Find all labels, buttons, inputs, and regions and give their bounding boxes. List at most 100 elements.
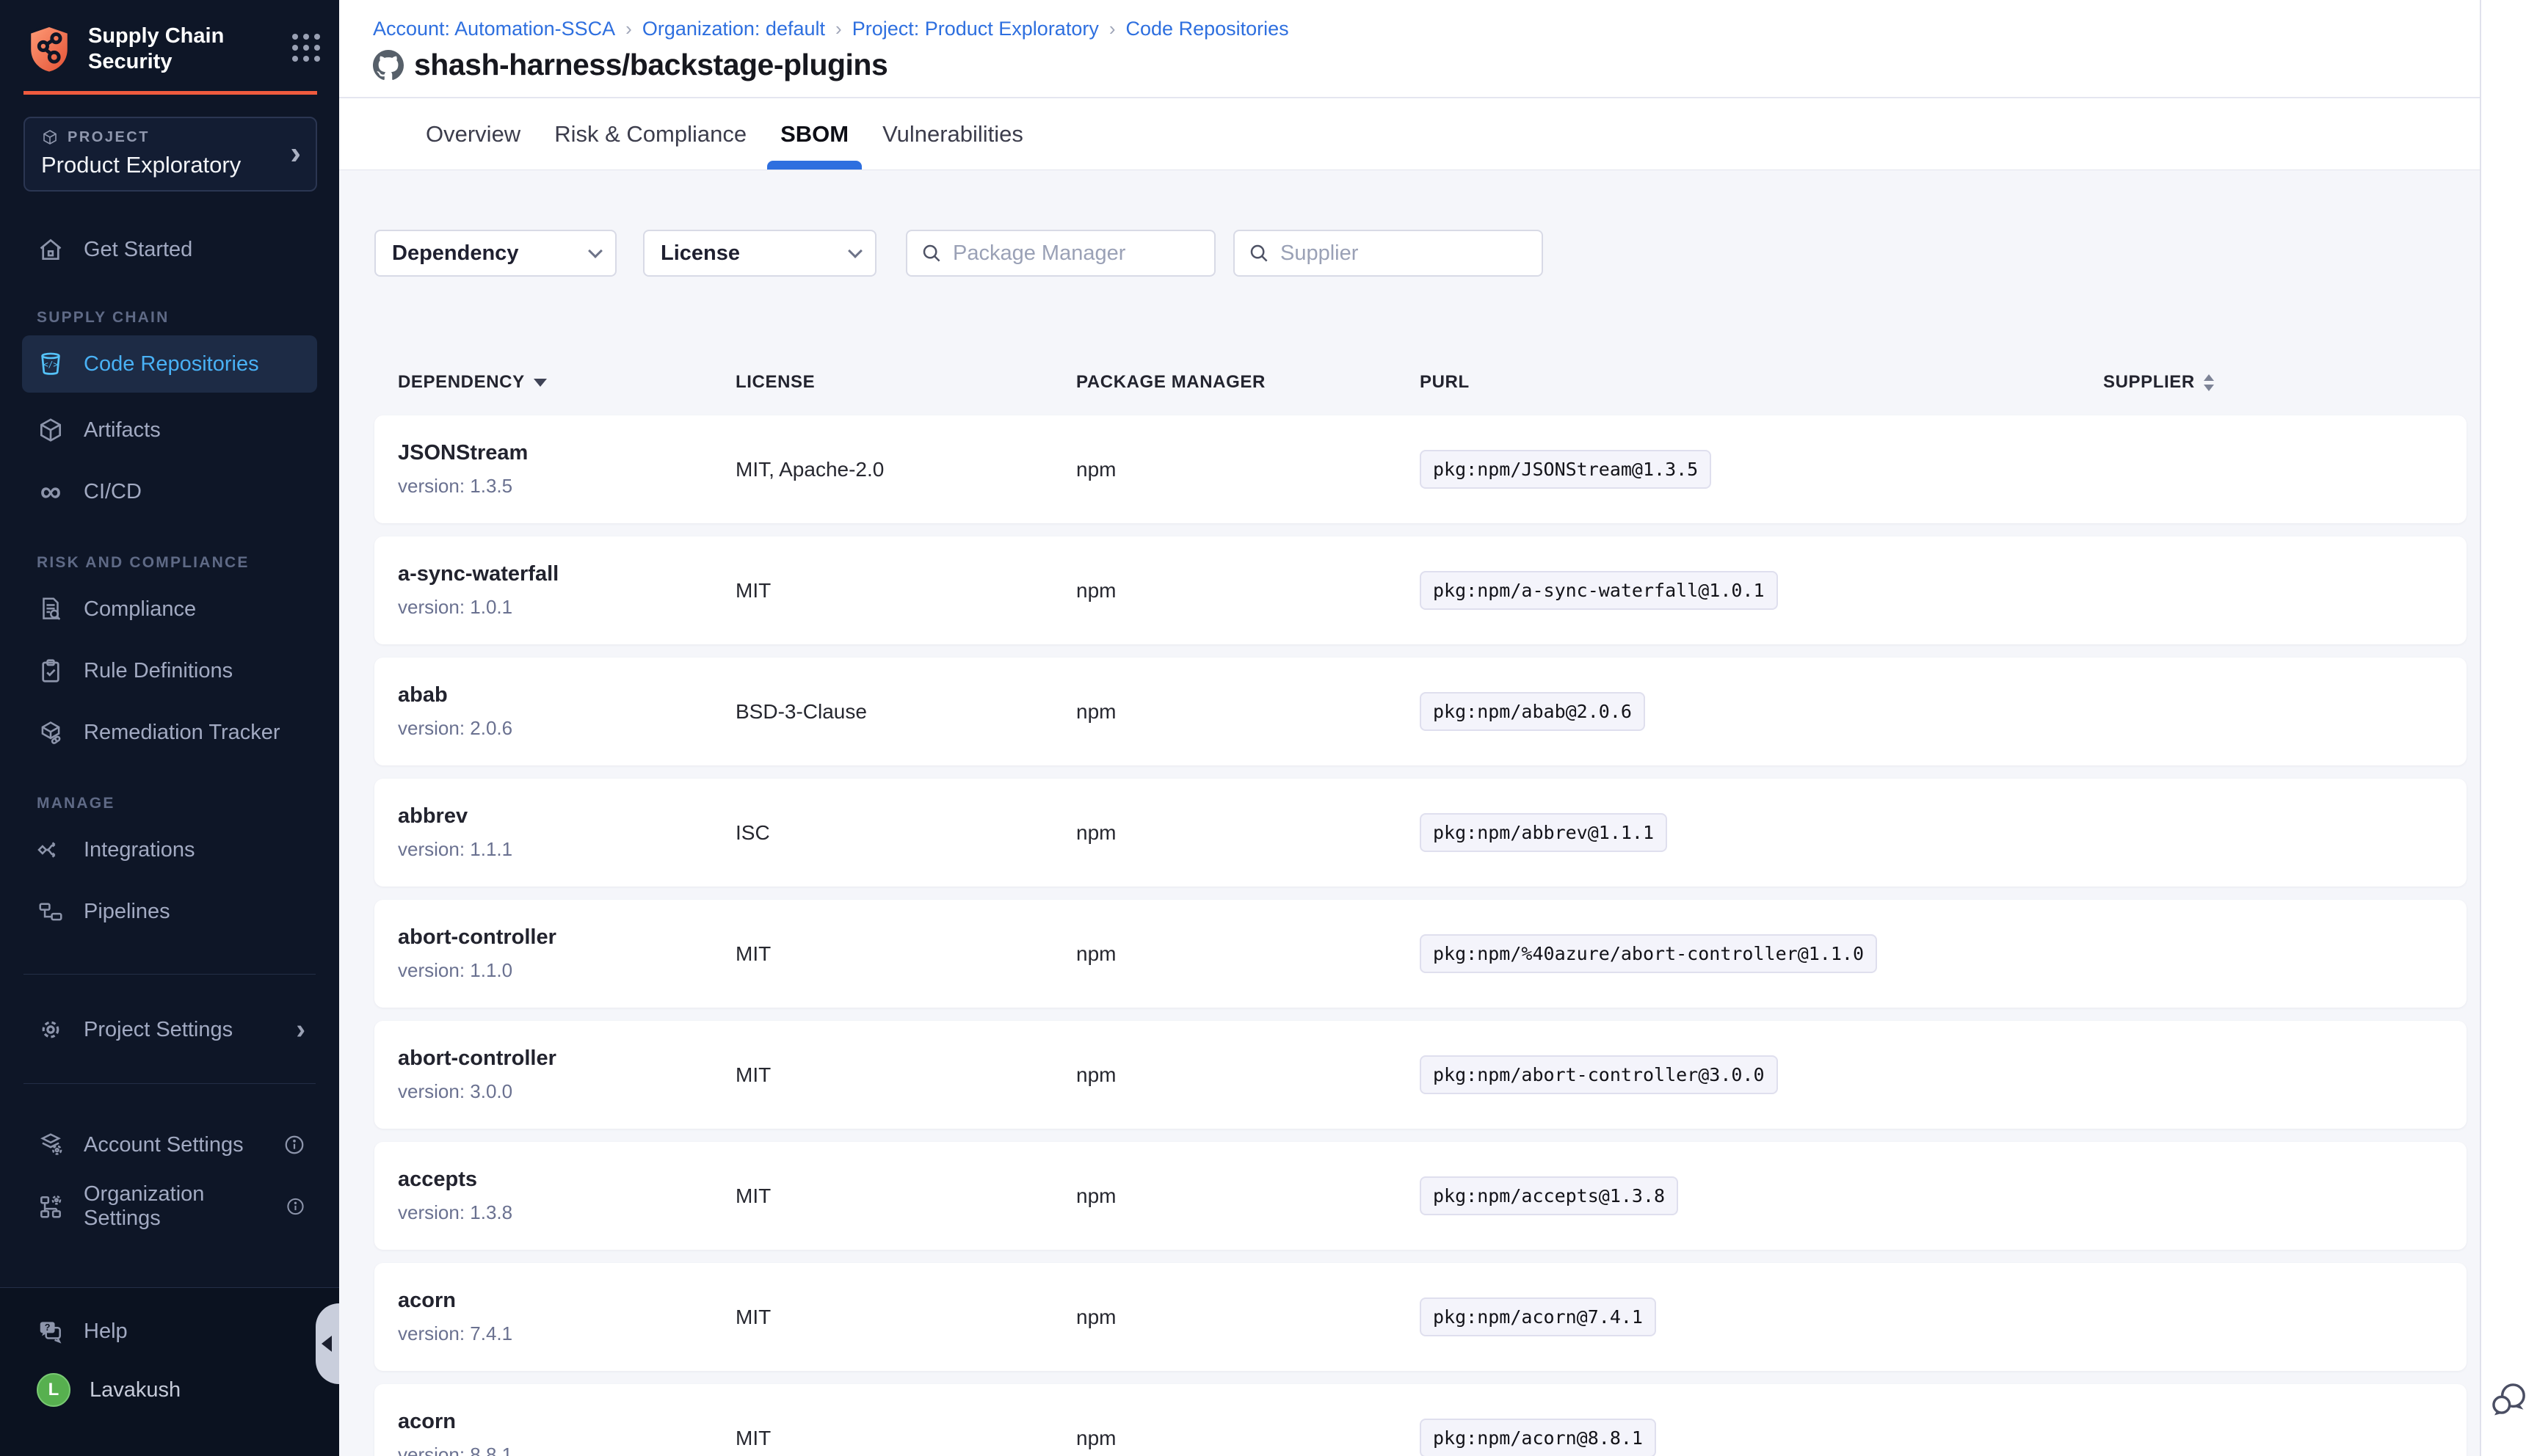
user-menu[interactable]: L Lavakush bbox=[0, 1361, 339, 1419]
sidebar-item-project-settings[interactable]: Project Settings › bbox=[0, 1001, 339, 1058]
sidebar-item-account-settings[interactable]: Account Settings bbox=[0, 1116, 339, 1173]
license-filter-dropdown[interactable]: License bbox=[643, 230, 876, 277]
purl-cell: pkg:npm/a-sync-waterfall@1.0.1 bbox=[1420, 571, 2103, 610]
artifact-box-icon bbox=[37, 416, 65, 444]
sidebar-item-pipelines[interactable]: Pipelines bbox=[0, 883, 339, 940]
sidebar-item-label: Code Repositories bbox=[84, 352, 259, 376]
sidebar-item-remediation-tracker[interactable]: Remediation Tracker bbox=[0, 704, 339, 761]
dependency-cell: a-sync-waterfall version: 1.0.1 bbox=[398, 562, 736, 619]
sidebar-item-label: Rule Definitions bbox=[84, 659, 233, 683]
dependency-name: JSONStream bbox=[398, 441, 736, 465]
clipboard-check-icon bbox=[37, 657, 65, 685]
supplier-search-input[interactable] bbox=[1280, 241, 1528, 266]
app-switcher-grid-icon[interactable] bbox=[292, 34, 320, 62]
tab-overview[interactable]: Overview bbox=[426, 98, 520, 170]
svg-text:?: ? bbox=[45, 1322, 51, 1333]
chevron-right-icon: › bbox=[290, 142, 301, 164]
integrations-icon bbox=[37, 836, 65, 864]
license-cell: MIT bbox=[736, 942, 1076, 966]
dependency-cell: abab version: 2.0.6 bbox=[398, 683, 736, 740]
purl-cell: pkg:npm/abort-controller@3.0.0 bbox=[1420, 1055, 2103, 1094]
dependency-version: version: 7.4.1 bbox=[398, 1322, 736, 1345]
dependency-list: JSONStream version: 1.3.5 MIT, Apache-2.… bbox=[374, 415, 2467, 1456]
dependency-cell: abort-controller version: 1.1.0 bbox=[398, 925, 736, 982]
project-selector[interactable]: PROJECT Product Exploratory › bbox=[23, 117, 317, 192]
purl-chip: pkg:npm/abort-controller@3.0.0 bbox=[1420, 1055, 1778, 1094]
dependency-name: abbrev bbox=[398, 804, 736, 829]
sidebar-item-label: Pipelines bbox=[84, 900, 170, 924]
dependency-version: version: 2.0.6 bbox=[398, 717, 736, 740]
sidebar-collapse-handle[interactable] bbox=[316, 1303, 339, 1384]
purl-chip: pkg:npm/acorn@7.4.1 bbox=[1420, 1297, 1656, 1336]
chevron-down-icon bbox=[848, 244, 863, 258]
dependency-cell: abbrev version: 1.1.1 bbox=[398, 804, 736, 861]
remediation-box-icon bbox=[37, 718, 65, 746]
package-manager-search-input[interactable] bbox=[953, 241, 1201, 266]
tab-sbom[interactable]: SBOM bbox=[780, 98, 849, 170]
info-icon[interactable] bbox=[286, 1195, 305, 1217]
column-header-purl: PURL bbox=[1420, 372, 2103, 393]
feedback-chat-icon[interactable] bbox=[2490, 1380, 2528, 1418]
breadcrumb-project[interactable]: Project: Product Exploratory bbox=[852, 18, 1099, 40]
breadcrumb-account[interactable]: Account: Automation-SSCA bbox=[373, 18, 615, 40]
sidebar-item-artifacts[interactable]: Artifacts bbox=[0, 401, 339, 459]
package-manager-cell: npm bbox=[1076, 579, 1420, 603]
breadcrumb-code-repositories[interactable]: Code Repositories bbox=[1126, 18, 1289, 40]
tab-vulnerabilities[interactable]: Vulnerabilities bbox=[882, 98, 1023, 170]
breadcrumb: Account: Automation-SSCA › Organization:… bbox=[373, 18, 2480, 40]
dependency-filter-dropdown[interactable]: Dependency bbox=[374, 230, 617, 277]
search-icon bbox=[921, 242, 943, 264]
sidebar-item-cicd[interactable]: ∞ CI/CD bbox=[0, 463, 339, 520]
sidebar-divider bbox=[23, 1083, 316, 1084]
license-cell: ISC bbox=[736, 821, 1076, 845]
tab-risk-and-compliance[interactable]: Risk & Compliance bbox=[554, 98, 747, 170]
package-manager-cell: npm bbox=[1076, 1063, 1420, 1087]
purl-chip: pkg:npm/JSONStream@1.3.5 bbox=[1420, 450, 1711, 489]
sidebar-item-organization-settings[interactable]: Organization Settings bbox=[0, 1178, 339, 1235]
purl-cell: pkg:npm/%40azure/abort-controller@1.1.0 bbox=[1420, 934, 2103, 973]
package-manager-cell: npm bbox=[1076, 1306, 1420, 1329]
project-label: PROJECT bbox=[68, 129, 150, 146]
dependency-version: version: 1.1.0 bbox=[398, 959, 736, 982]
sort-descending-icon bbox=[534, 379, 547, 387]
avatar: L bbox=[37, 1373, 70, 1407]
sidebar-item-compliance[interactable]: Compliance bbox=[0, 580, 339, 638]
license-cell: MIT, Apache-2.0 bbox=[736, 458, 1076, 481]
info-icon[interactable] bbox=[283, 1134, 305, 1156]
table-header: DEPENDENCY LICENSE PACKAGE MANAGER PURL … bbox=[374, 369, 2480, 396]
package-manager-cell: npm bbox=[1076, 821, 1420, 845]
collapse-arrow-icon bbox=[322, 1336, 332, 1352]
organization-tree-gear-icon bbox=[37, 1193, 65, 1220]
infinity-icon: ∞ bbox=[37, 478, 65, 506]
page-title: shash-harness/backstage-plugins bbox=[414, 48, 888, 82]
supply-chain-security-app: Supply Chain Security PROJECT Product Ex… bbox=[0, 0, 2537, 1456]
table-row: abbrev version: 1.1.1 ISC npm pkg:npm/ab… bbox=[374, 779, 2467, 887]
code-repository-icon: </> bbox=[37, 350, 65, 378]
sidebar-item-label: Remediation Tracker bbox=[84, 721, 280, 745]
dependency-name: accepts bbox=[398, 1168, 736, 1192]
project-box-icon bbox=[41, 128, 59, 146]
brand: Supply Chain Security bbox=[0, 0, 339, 75]
dependency-cell: JSONStream version: 1.3.5 bbox=[398, 441, 736, 498]
table-row: abab version: 2.0.6 BSD-3-Clause npm pkg… bbox=[374, 658, 2467, 765]
sidebar-item-help[interactable]: ? Help bbox=[0, 1303, 339, 1360]
breadcrumb-organization[interactable]: Organization: default bbox=[642, 18, 825, 40]
column-header-supplier[interactable]: SUPPLIER bbox=[2103, 372, 2480, 393]
sidebar-item-code-repositories[interactable]: </> Code Repositories bbox=[22, 335, 317, 393]
column-header-dependency[interactable]: DEPENDENCY bbox=[398, 372, 736, 393]
sidebar-item-label: Get Started bbox=[84, 238, 192, 262]
table-row: JSONStream version: 1.3.5 MIT, Apache-2.… bbox=[374, 415, 2467, 523]
help-chat-icon: ? bbox=[37, 1317, 65, 1345]
dependency-version: version: 3.0.0 bbox=[398, 1080, 736, 1103]
sidebar-item-integrations[interactable]: Integrations bbox=[0, 821, 339, 878]
dropdown-label: License bbox=[661, 241, 740, 266]
purl-cell: pkg:npm/JSONStream@1.3.5 bbox=[1420, 450, 2103, 489]
home-icon bbox=[37, 236, 65, 263]
package-manager-cell: npm bbox=[1076, 700, 1420, 724]
dependency-cell: acorn version: 8.8.1 bbox=[398, 1410, 736, 1456]
breadcrumb-separator: › bbox=[625, 18, 632, 40]
app-title: Supply Chain Security bbox=[88, 23, 292, 75]
sidebar-item-label: CI/CD bbox=[84, 480, 142, 504]
sidebar-item-get-started[interactable]: Get Started bbox=[0, 221, 339, 278]
sidebar-item-rule-definitions[interactable]: Rule Definitions bbox=[0, 642, 339, 699]
